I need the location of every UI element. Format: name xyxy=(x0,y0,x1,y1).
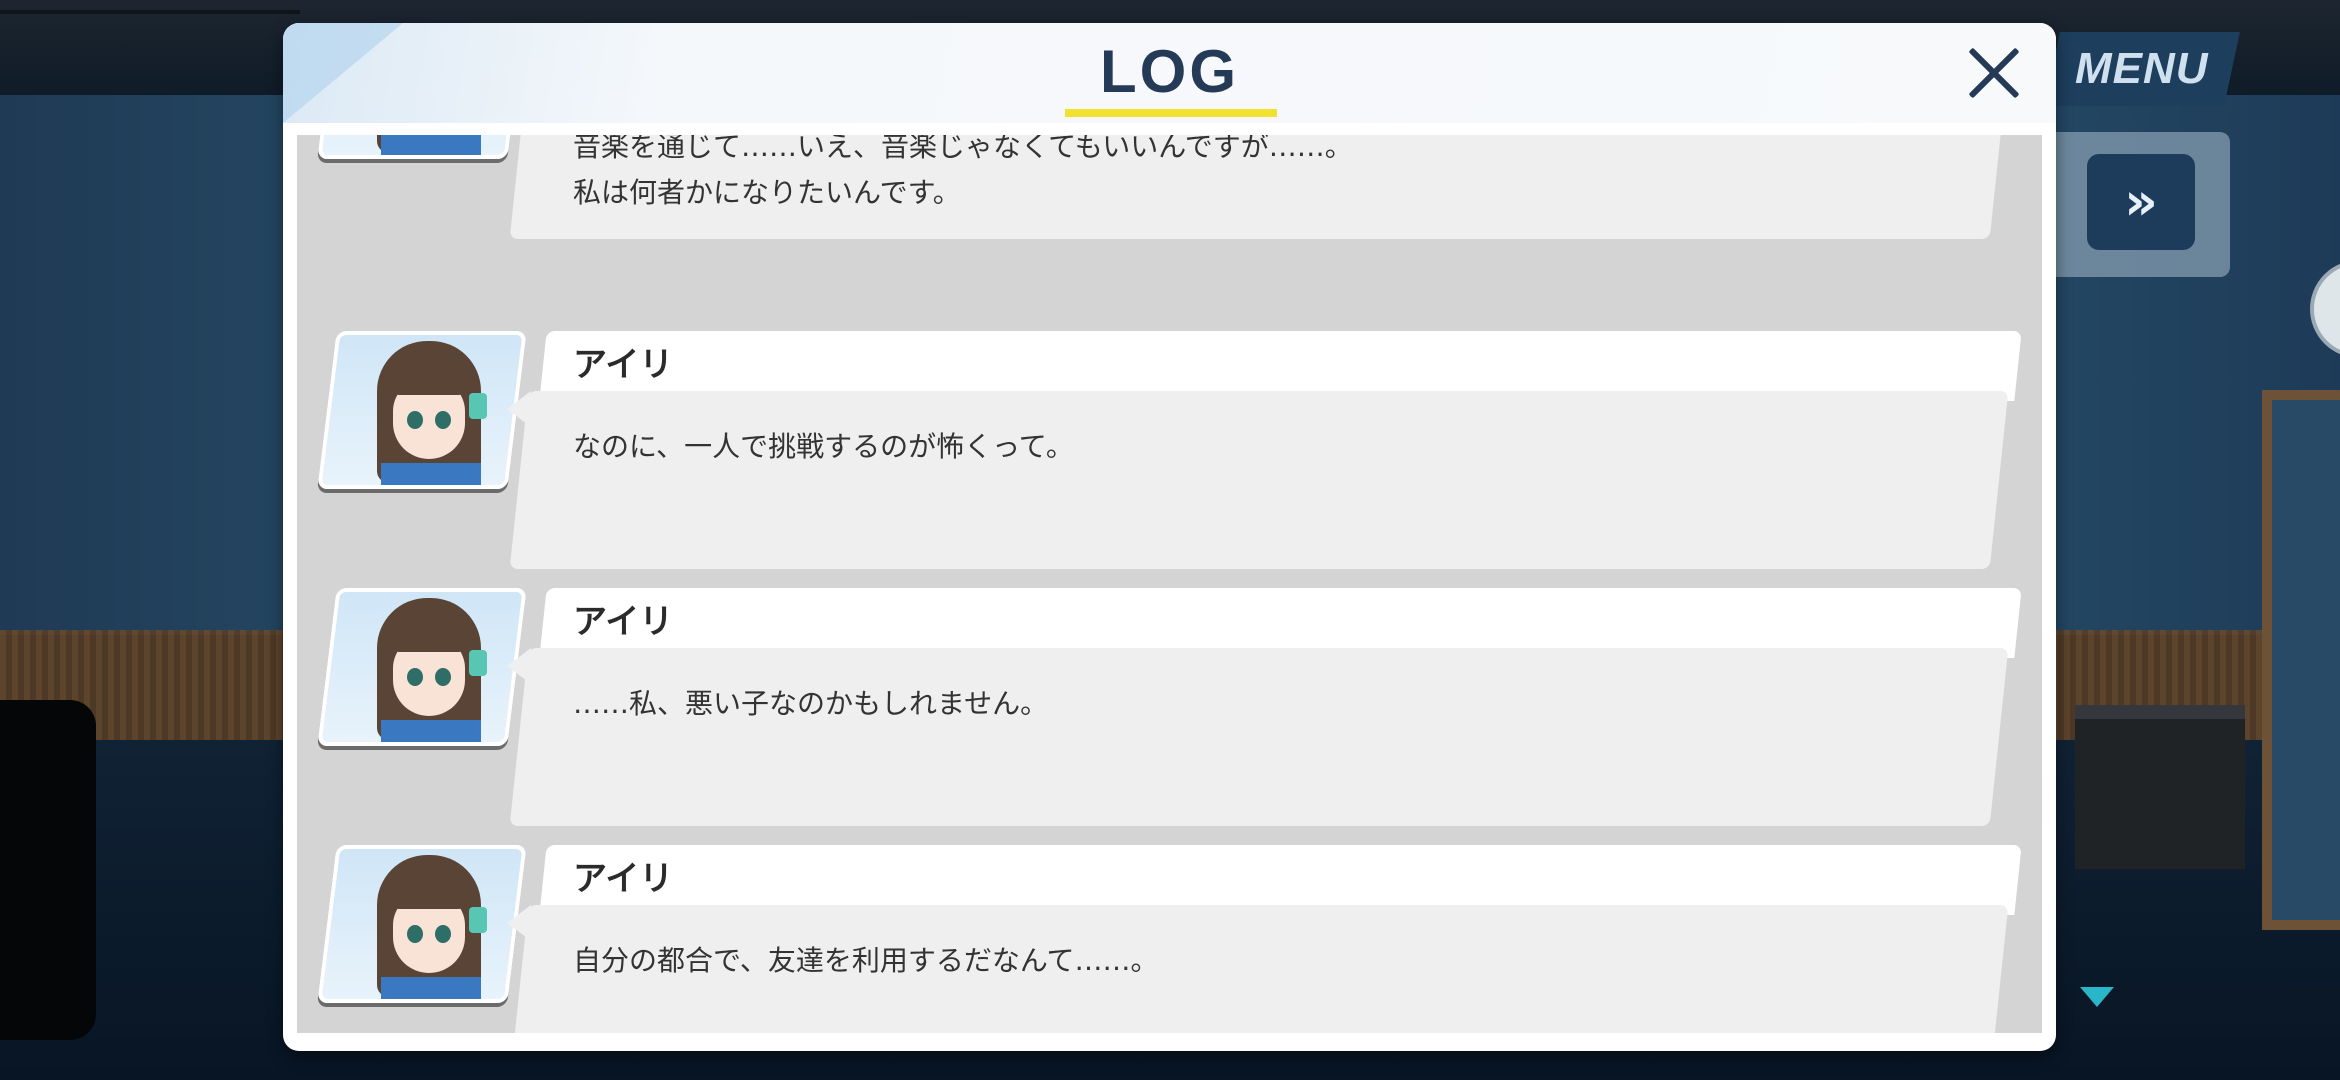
menu-label: MENU xyxy=(2075,44,2209,93)
close-icon[interactable] xyxy=(1959,39,2029,109)
light-track xyxy=(0,10,300,14)
avatar xyxy=(317,845,527,1003)
dialogue-line: なのに、一人で挑戦するのが怖くって。 xyxy=(573,430,1074,463)
log-entry: アイリ なのに、一人で挑戦するのが怖くって。 xyxy=(297,331,2042,581)
title-underline xyxy=(1065,109,1277,117)
speaker-name: アイリ xyxy=(573,602,674,642)
log-list[interactable]: 音楽を通じて……いえ、音楽じゃなくてもいいんですが……。 私は何者かになりたいん… xyxy=(297,135,2042,1033)
log-entry: 音楽を通じて……いえ、音楽じゃなくてもいいんですが……。 私は何者かになりたいん… xyxy=(297,135,2042,251)
dialogue-bubble xyxy=(509,391,2009,569)
door xyxy=(2262,390,2340,930)
dialogue-line: ……私、悪い子なのかもしれません。 xyxy=(573,687,1049,720)
avatar xyxy=(317,588,527,746)
fast-forward-button[interactable]: » xyxy=(2087,154,2195,250)
dialogue-bubble xyxy=(509,648,2009,826)
dialogue-line: 音楽を通じて……いえ、音楽じゃなくてもいいんですが……。 xyxy=(573,135,1353,163)
menu-button[interactable]: MENU xyxy=(2044,32,2240,106)
dark-stand xyxy=(0,700,96,1040)
speaker-name: アイリ xyxy=(573,345,674,385)
log-panel: LOG 音楽を通じて……いえ、音楽じゃなくてもいいんですが……。 私は何者かにな… xyxy=(283,23,2056,1051)
dialogue-line: 私は何者かになりたいんです。 xyxy=(573,176,961,209)
triangle-down-icon xyxy=(2080,987,2114,1007)
log-entry: アイリ 自分の都合で、友達を利用するだなんて……。 xyxy=(297,845,2042,1033)
speaker-name: アイリ xyxy=(573,859,674,899)
fast-forward-icon: » xyxy=(2124,172,2158,232)
avatar xyxy=(317,331,527,489)
dialogue-line: 自分の都合で、友達を利用するだなんて……。 xyxy=(573,944,1159,977)
log-header: LOG xyxy=(283,23,2056,123)
log-entry: アイリ ……私、悪い子なのかもしれません。 xyxy=(297,588,2042,838)
avatar xyxy=(317,135,527,159)
amplifier xyxy=(2075,705,2245,869)
log-title: LOG xyxy=(1100,38,1239,105)
